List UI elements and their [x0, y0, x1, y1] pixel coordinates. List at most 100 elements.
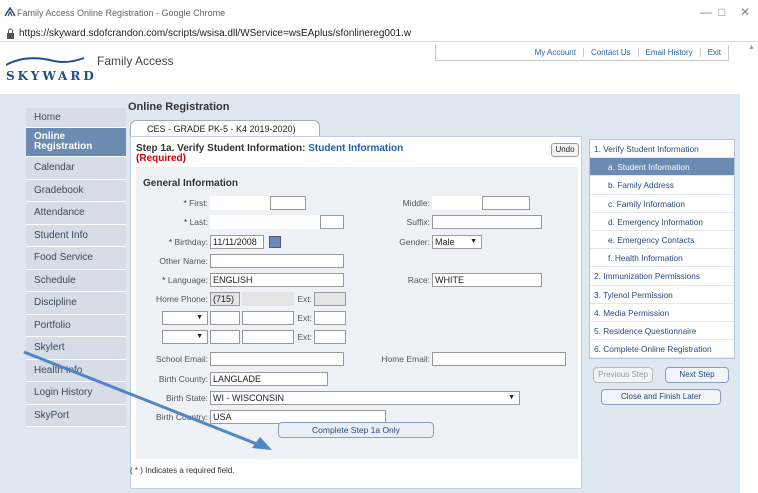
step-1a[interactable]: a. Student Information [590, 158, 734, 177]
phone-area-field-2[interactable] [210, 311, 240, 325]
ext-field-3[interactable] [314, 330, 346, 344]
step-6[interactable]: 6. Complete Online Registration [590, 340, 734, 359]
other-name-field[interactable] [210, 254, 344, 268]
nav-discipline[interactable]: Discipline [26, 292, 126, 315]
gender-select[interactable]: Male ▼ [432, 235, 482, 249]
last-name-field-end[interactable] [320, 215, 344, 229]
chevron-down-icon: ▼ [196, 333, 203, 340]
step-5[interactable]: 5. Residence Questionnaire [590, 322, 734, 341]
step-1c[interactable]: c. Family Information [590, 195, 734, 213]
calendar-icon[interactable] [269, 236, 281, 248]
section-heading: General Information [143, 178, 239, 189]
required-footnote: ( * ) Indicates a required field. [130, 466, 235, 475]
phone-number-field-2[interactable] [242, 311, 294, 325]
gender-label: Gender: [399, 237, 430, 247]
step-1d[interactable]: d. Emergency Information [590, 213, 734, 231]
nav-schedule[interactable]: Schedule [26, 269, 126, 292]
page-title: Online Registration [128, 101, 230, 113]
required-label: (Required) [136, 153, 186, 164]
nav-student-info[interactable]: Student Info [26, 224, 126, 247]
birthday-label: * Birthday: [168, 237, 208, 247]
step-4[interactable]: 4. Media Permission [590, 304, 734, 322]
suffix-field[interactable] [432, 215, 542, 229]
nav-skyport[interactable]: SkyPort [26, 404, 126, 427]
ext-field-1[interactable] [314, 292, 346, 306]
previous-step-button[interactable]: Previous Step [593, 367, 653, 383]
ext-label-1: Ext: [297, 294, 312, 304]
general-information-panel: General Information * First: Middle: * L… [136, 167, 578, 459]
school-email-label: School Email: [156, 354, 208, 364]
home-phone-area-field[interactable]: (715) [210, 292, 240, 306]
site-header: SKYWARD Family Access My Account Contact… [0, 42, 748, 94]
step-1[interactable]: 1. Verify Student Information [590, 140, 734, 159]
contact-us-link[interactable]: Contact Us [582, 48, 638, 57]
race-label: Race: [407, 275, 430, 285]
phone-area-field-3[interactable] [210, 330, 240, 344]
chevron-down-icon: ▼ [196, 314, 203, 321]
phone-type-select-2[interactable]: ▼ [162, 330, 208, 344]
maximize-icon[interactable]: □ [718, 5, 725, 19]
home-email-field[interactable] [432, 352, 566, 366]
middle-name-field[interactable] [432, 196, 482, 210]
language-field[interactable]: ENGLISH [210, 273, 344, 287]
email-history-link[interactable]: Email History [637, 48, 700, 57]
birth-county-label: Birth County: [158, 374, 208, 384]
nav-skylert[interactable]: Skylert [26, 337, 126, 360]
nav-gradebook[interactable]: Gradebook [26, 179, 126, 202]
ext-label-3: Ext: [297, 332, 312, 342]
my-account-link[interactable]: My Account [528, 48, 583, 57]
step-1f[interactable]: f. Health Information [590, 249, 734, 268]
nav-calendar[interactable]: Calendar [26, 157, 126, 180]
home-email-label: Home Email: [381, 354, 430, 364]
first-name-field-end[interactable] [270, 196, 306, 210]
home-phone-number-field[interactable] [242, 292, 294, 306]
step-1b[interactable]: b. Family Address [590, 176, 734, 195]
birth-state-label: Birth State: [165, 393, 208, 403]
student-tab[interactable]: CES - GRADE PK-5 - K4 2019-2020) [130, 120, 320, 136]
step-1e[interactable]: e. Emergency Contacts [590, 231, 734, 250]
phone-type-select-1[interactable]: ▼ [162, 311, 208, 325]
nav-portfolio[interactable]: Portfolio [26, 314, 126, 337]
nav-health-info[interactable]: Health Info [26, 359, 126, 382]
last-name-label: * Last: [183, 217, 208, 227]
minimize-icon[interactable]: — [700, 5, 712, 19]
exit-link[interactable]: Exit [699, 48, 728, 57]
language-label: * Language: [162, 275, 208, 285]
nav-home[interactable]: Home [26, 108, 126, 128]
window-title: Family Access Online Registration - Goog… [17, 8, 226, 18]
race-field[interactable]: WHITE [432, 273, 542, 287]
nav-food-service[interactable]: Food Service [26, 247, 126, 270]
home-phone-label: Home Phone: [156, 294, 208, 304]
first-name-field[interactable] [210, 196, 270, 210]
birthday-field[interactable]: 11/11/2008 [210, 235, 264, 249]
step-subtitle: Student Information [308, 143, 404, 154]
nav-attendance[interactable]: Attendance [26, 202, 126, 225]
app-title: Family Access [97, 54, 174, 68]
sidebar-nav: Home Online Registration Calendar Gradeb… [26, 108, 126, 427]
suffix-label: Suffix: [406, 217, 430, 227]
step-3[interactable]: 3. Tylenol Permission [590, 286, 734, 304]
skyward-logo: SKYWARD [6, 69, 97, 83]
first-name-label: * First: [183, 198, 208, 208]
birth-state-select[interactable]: WI - WISCONSIN ▼ [210, 391, 520, 405]
url-text[interactable]: https://skyward.sdofcrandon.com/scripts/… [19, 28, 411, 39]
nav-online-registration[interactable]: Online Registration [26, 128, 126, 157]
close-icon[interactable]: ✕ [740, 5, 750, 19]
close-finish-later-button[interactable]: Close and Finish Later [601, 389, 721, 405]
last-name-field[interactable] [210, 215, 320, 229]
school-email-field[interactable] [210, 352, 344, 366]
address-bar[interactable]: https://skyward.sdofcrandon.com/scripts/… [0, 26, 758, 42]
other-name-label: Other Name: [159, 256, 208, 266]
middle-name-field-end[interactable] [482, 196, 530, 210]
ext-field-2[interactable] [314, 311, 346, 325]
ext-label-2: Ext: [297, 313, 312, 323]
registration-steps: 1. Verify Student Information a. Student… [589, 139, 735, 360]
complete-step-button[interactable]: Complete Step 1a Only [278, 422, 434, 438]
next-step-button[interactable]: Next Step [665, 367, 729, 383]
undo-button[interactable]: Undo [551, 143, 579, 157]
step-2[interactable]: 2. Immunization Permissions [590, 267, 734, 286]
phone-number-field-3[interactable] [242, 330, 294, 344]
scroll-up-icon[interactable]: ▲ [748, 44, 755, 51]
nav-login-history[interactable]: Login History [26, 382, 126, 405]
birth-county-field[interactable]: LANGLADE [210, 372, 328, 386]
